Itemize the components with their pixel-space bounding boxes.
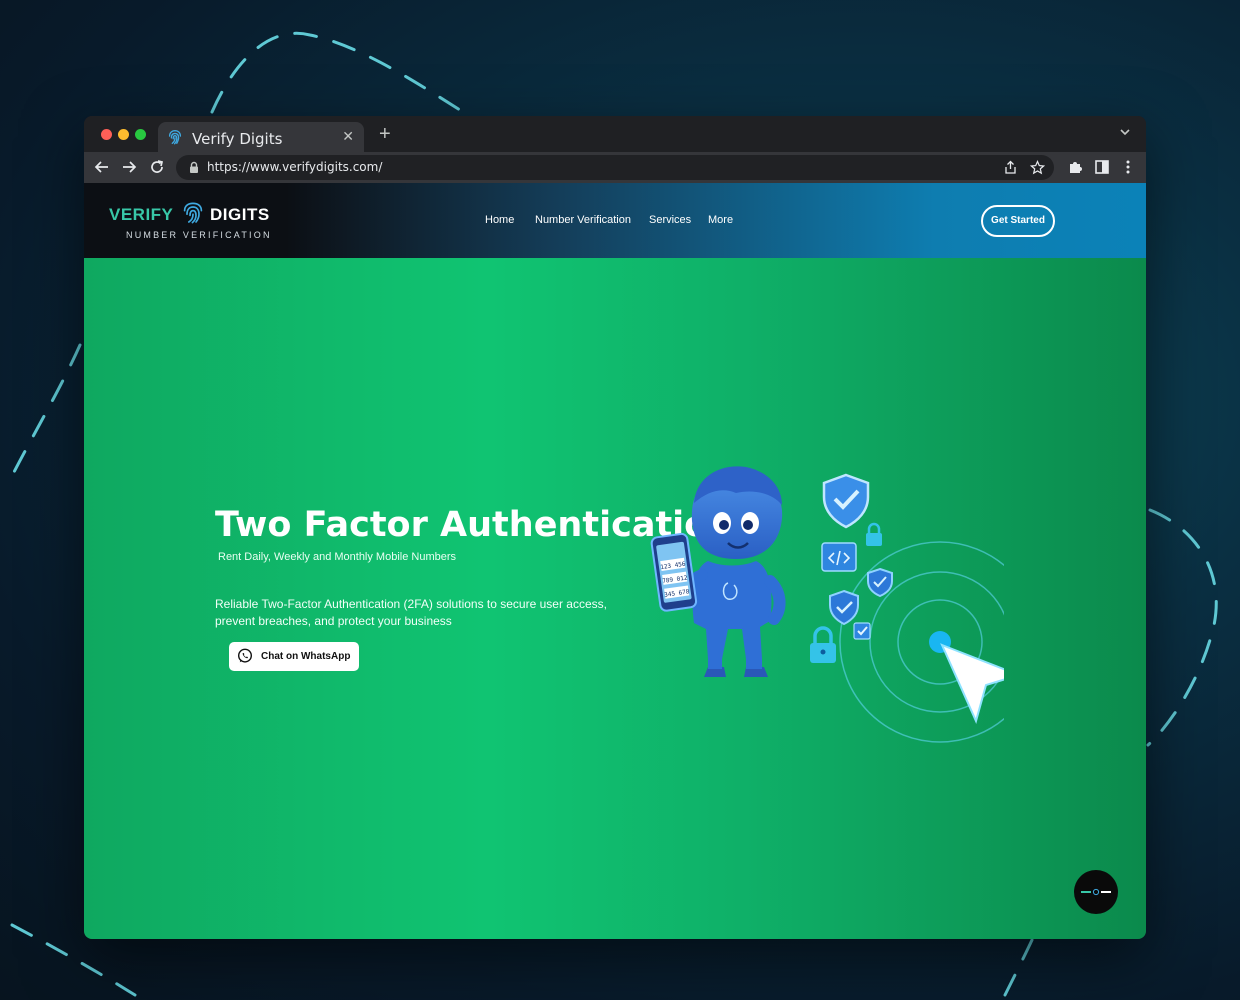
hero-illustration: 123 456 789 012 345 678 <box>650 466 1004 743</box>
address-bar[interactable]: https://www.verifydigits.com/ <box>176 155 1054 180</box>
logo-verify-text: VERIFY <box>109 205 174 224</box>
site-header: VERIFY DIGITS NUMBER VERIFICATION Home N… <box>84 183 1146 258</box>
nav-services[interactable]: Services <box>649 214 691 226</box>
whatsapp-label: Chat on WhatsApp <box>261 651 351 662</box>
star-icon[interactable] <box>1030 160 1045 175</box>
forward-icon[interactable] <box>120 158 138 176</box>
verify-digits-logo-icon <box>1081 888 1111 896</box>
logo-digits-text: DIGITS <box>210 205 270 224</box>
chat-on-whatsapp-button[interactable]: Chat on WhatsApp <box>229 642 359 671</box>
code-window-icon <box>821 542 857 572</box>
back-icon[interactable] <box>93 158 111 176</box>
mascot-character <box>677 466 786 677</box>
shield-icon <box>822 473 870 529</box>
nav-number-verification[interactable]: Number Verification <box>535 214 631 226</box>
share-icon[interactable] <box>1003 160 1018 175</box>
hero-subtitle: Rent Daily, Weekly and Monthly Mobile Nu… <box>218 551 457 563</box>
lock-icon[interactable] <box>188 161 200 174</box>
active-tab[interactable]: Verify Digits ✕ <box>158 122 364 152</box>
lock-icon <box>810 626 836 663</box>
tab-title: Verify Digits <box>192 130 283 148</box>
extensions-icon[interactable] <box>1066 158 1084 176</box>
browser-window: Verify Digits ✕ + https://www.verifydigi… <box>84 116 1146 939</box>
logo-tagline: NUMBER VERIFICATION <box>126 230 272 240</box>
tab-bar: Verify Digits ✕ + <box>84 116 1146 152</box>
tab-close-icon[interactable]: ✕ <box>342 128 354 145</box>
fingerprint-icon <box>168 130 182 145</box>
url-text[interactable]: https://www.verifydigits.com/ <box>207 160 382 174</box>
menu-icon[interactable] <box>1119 158 1137 176</box>
checkbox-icon <box>853 622 871 640</box>
hero-description: Reliable Two-Factor Authentication (2FA)… <box>215 597 607 628</box>
website-viewport: VERIFY DIGITS NUMBER VERIFICATION Home N… <box>84 183 1146 939</box>
fingerprint-icon <box>183 202 203 224</box>
whatsapp-icon <box>237 648 253 663</box>
get-started-button[interactable]: Get Started <box>981 205 1055 237</box>
new-tab-button[interactable]: + <box>379 123 391 146</box>
close-window-button[interactable] <box>101 129 112 140</box>
site-logo[interactable]: VERIFY DIGITS NUMBER VERIFICATION <box>109 201 279 246</box>
minimize-window-button[interactable] <box>118 129 129 140</box>
chevron-down-icon[interactable] <box>1118 125 1132 139</box>
sidebar-icon[interactable] <box>1093 158 1111 176</box>
shield-icon <box>829 589 859 626</box>
lock-icon <box>866 522 882 546</box>
reload-icon[interactable] <box>148 158 166 176</box>
maximize-window-button[interactable] <box>135 129 146 140</box>
phone-icon: 123 456 789 012 345 678 <box>650 532 698 612</box>
nav-home[interactable]: Home <box>485 214 514 226</box>
browser-toolbar: https://www.verifydigits.com/ <box>84 152 1146 183</box>
floating-chat-button[interactable] <box>1074 870 1118 914</box>
shield-icon <box>867 567 893 598</box>
hero-section: Two Factor Authentication Rent Daily, We… <box>84 258 1146 939</box>
nav-more[interactable]: More <box>708 214 733 226</box>
